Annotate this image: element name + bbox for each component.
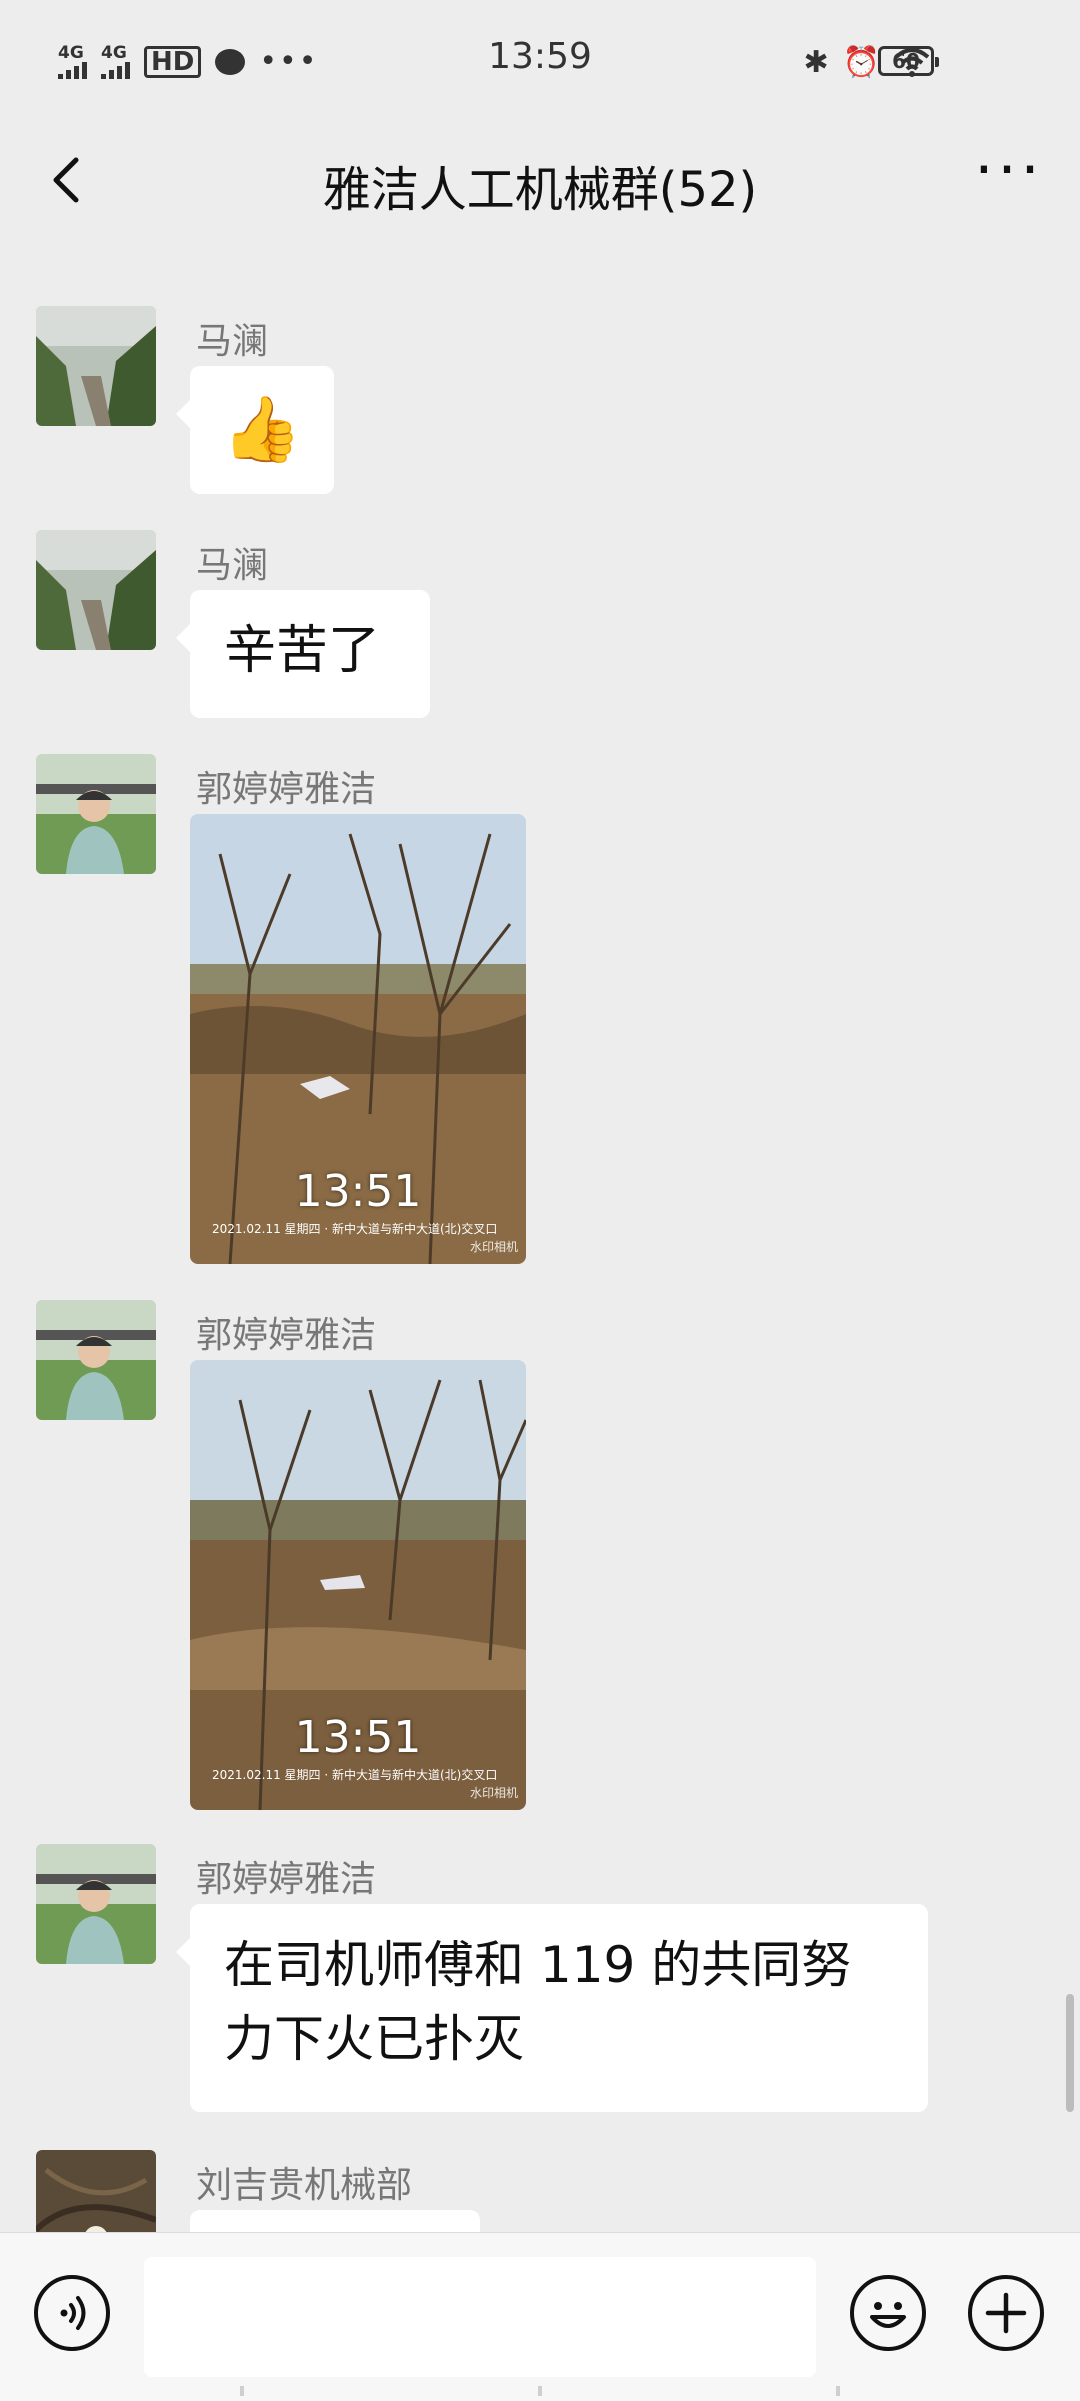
scrollbar[interactable]	[1066, 1994, 1074, 2112]
more-horizontal-icon: ···	[974, 135, 1044, 205]
image-message[interactable]: 13:51 2021.02.11 星期四 · 新中大道与新中大道(北)交叉口 水…	[190, 814, 526, 1264]
chat-title: 雅洁人工机械群(52)	[322, 162, 758, 218]
message-input[interactable]	[144, 2257, 816, 2377]
plus-icon	[985, 2292, 1027, 2334]
photo-caption: 2021.02.11 星期四 · 新中大道与新中大道(北)交叉口	[212, 1222, 498, 1236]
message-text-line: 力下火已扑灭	[224, 2010, 524, 2068]
message-bubble[interactable]: 辛苦了	[176, 590, 430, 718]
plus-button[interactable]	[968, 2275, 1044, 2351]
photo-watermark: 水印相机	[469, 1786, 518, 1800]
avatar[interactable]	[36, 530, 156, 650]
voice-icon	[60, 2296, 86, 2330]
emoji-smile-icon	[870, 2302, 906, 2328]
photo-timestamp: 13:51	[294, 1166, 422, 1217]
avatar[interactable]	[36, 306, 156, 426]
chat-header: 雅洁人工机械群(52) ···	[0, 120, 1080, 240]
message-bubble[interactable]: 👍	[176, 366, 334, 494]
photo-watermark: 水印相机	[469, 1240, 518, 1254]
sender-name: 郭婷婷雅洁	[196, 769, 377, 810]
thumbs-up-emoji: 👍	[222, 393, 302, 467]
sender-name: 刘吉贵机械部	[196, 2165, 413, 2206]
avatar[interactable]	[36, 754, 156, 874]
image-message[interactable]: 13:51 2021.02.11 星期四 · 新中大道与新中大道(北)交叉口 水…	[190, 1360, 526, 1810]
sender-name: 郭婷婷雅洁	[196, 1315, 377, 1356]
message-text: 辛苦了	[224, 621, 381, 681]
nav-indicator	[538, 2386, 542, 2396]
sender-name: 马澜	[196, 321, 269, 362]
message-text-line: 在司机师傅和 119 的共同努	[224, 1936, 852, 1994]
alarm-icon: ⏰	[842, 44, 880, 80]
avatar[interactable]	[36, 1844, 156, 1964]
status-bar: 4G 4G HD ••• 13:59 ✱ ⏰ 60	[0, 0, 1080, 120]
photo-caption: 2021.02.11 星期四 · 新中大道与新中大道(北)交叉口	[212, 1768, 498, 1782]
emoji-button[interactable]	[850, 2275, 926, 2351]
avatar[interactable]	[36, 1300, 156, 1420]
voice-button[interactable]	[34, 2275, 110, 2351]
sender-name: 马澜	[196, 545, 269, 586]
battery-icon: 60	[878, 46, 939, 76]
message-bubble[interactable]: 在司机师傅和 119 的共同努 力下火已扑灭	[176, 1904, 928, 2112]
bluetooth-icon: ✱	[803, 44, 829, 80]
input-bar	[0, 2232, 1080, 2401]
sender-name: 郭婷婷雅洁	[196, 1859, 377, 1900]
nav-indicator	[836, 2386, 840, 2396]
photo-timestamp: 13:51	[294, 1712, 422, 1763]
more-button[interactable]: ···	[974, 140, 1044, 210]
nav-indicator	[240, 2386, 244, 2396]
